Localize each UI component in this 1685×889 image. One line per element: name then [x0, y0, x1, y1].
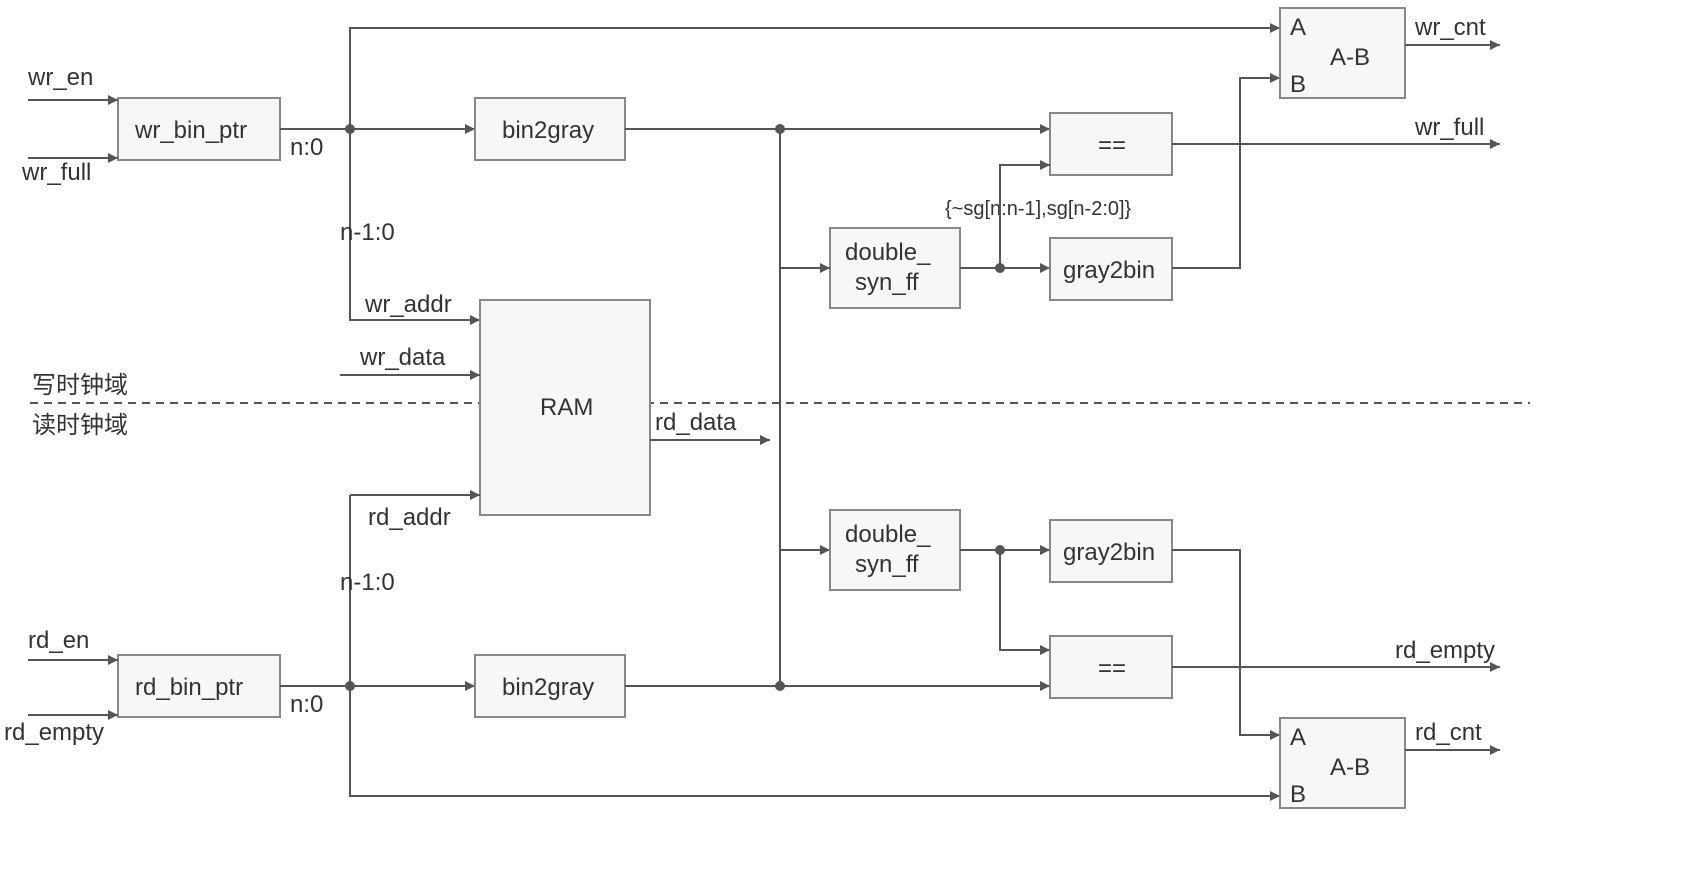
bin2gray-top-label: bin2gray — [502, 117, 594, 144]
sub-bot-a-label: A — [1290, 724, 1306, 751]
bin2gray-bot-label: bin2gray — [502, 674, 594, 701]
sub-top-b-label: B — [1290, 71, 1306, 98]
sub-top-a-label: A — [1290, 14, 1306, 41]
wrgray-to-dsyn-bot — [780, 129, 830, 550]
gray2bin-bot-to-sub-a — [1172, 550, 1280, 735]
dsyn-top-label-2: syn_ff — [855, 269, 919, 296]
wr-data-label: wr_data — [359, 344, 446, 371]
rdgray-to-dsyn-top — [780, 268, 830, 686]
gray2bin-top-to-sub-b — [1172, 78, 1280, 268]
rd-cnt-label: rd_cnt — [1415, 719, 1482, 746]
wr-full-out-label: wr_full — [1414, 114, 1484, 141]
write-domain-label: 写时钟域 — [32, 372, 128, 399]
eq-top-label: == — [1098, 132, 1126, 159]
rd-ptr-n0-label: n:0 — [290, 691, 323, 718]
read-domain-label: 读时钟域 — [32, 412, 128, 439]
gray2bin-bot-label: gray2bin — [1063, 539, 1155, 566]
ram-label: RAM — [540, 394, 593, 421]
dsyn-bot-label-1: double_ — [845, 521, 931, 548]
wr-en-label: wr_en — [27, 64, 93, 91]
eq-bot-label: == — [1098, 655, 1126, 682]
dsyn-top-label-1: double_ — [845, 239, 931, 266]
wr-ptr-n0-label: n:0 — [290, 134, 323, 161]
dsyn-bot-to-eq — [1000, 550, 1050, 650]
gray2bin-top-label: gray2bin — [1063, 257, 1155, 284]
rd-bin-ptr-label: rd_bin_ptr — [135, 674, 243, 701]
rd-addr-label: rd_addr — [368, 504, 451, 531]
rd-empty-out-label: rd_empty — [1395, 637, 1495, 664]
dsyn-bot-label-2: syn_ff — [855, 551, 919, 578]
rd-empty-label: rd_empty — [4, 719, 104, 746]
rd-data-label: rd_data — [655, 409, 737, 436]
wr-cnt-label: wr_cnt — [1414, 14, 1486, 41]
rd-en-label: rd_en — [28, 627, 89, 654]
sg-expr-label: {~sg[n:n-1],sg[n-2:0]} — [945, 198, 1132, 220]
wr-bin-ptr-label: wr_bin_ptr — [134, 117, 247, 144]
sub-top-op-label: A-B — [1330, 44, 1370, 71]
sub-bot-op-label: A-B — [1330, 754, 1370, 781]
wr-addr-label: wr_addr — [364, 291, 452, 318]
fifo-block-diagram: 写时钟域 读时钟域 wr_bin_ptr wr_en wr_full n:0 n… — [0, 0, 1685, 889]
wr-addr-n1-label: n-1:0 — [340, 219, 395, 246]
sub-bot-b-label: B — [1290, 781, 1306, 808]
rd-addr-n1-label: n-1:0 — [340, 569, 395, 596]
wr-full-label: wr_full — [21, 159, 91, 186]
